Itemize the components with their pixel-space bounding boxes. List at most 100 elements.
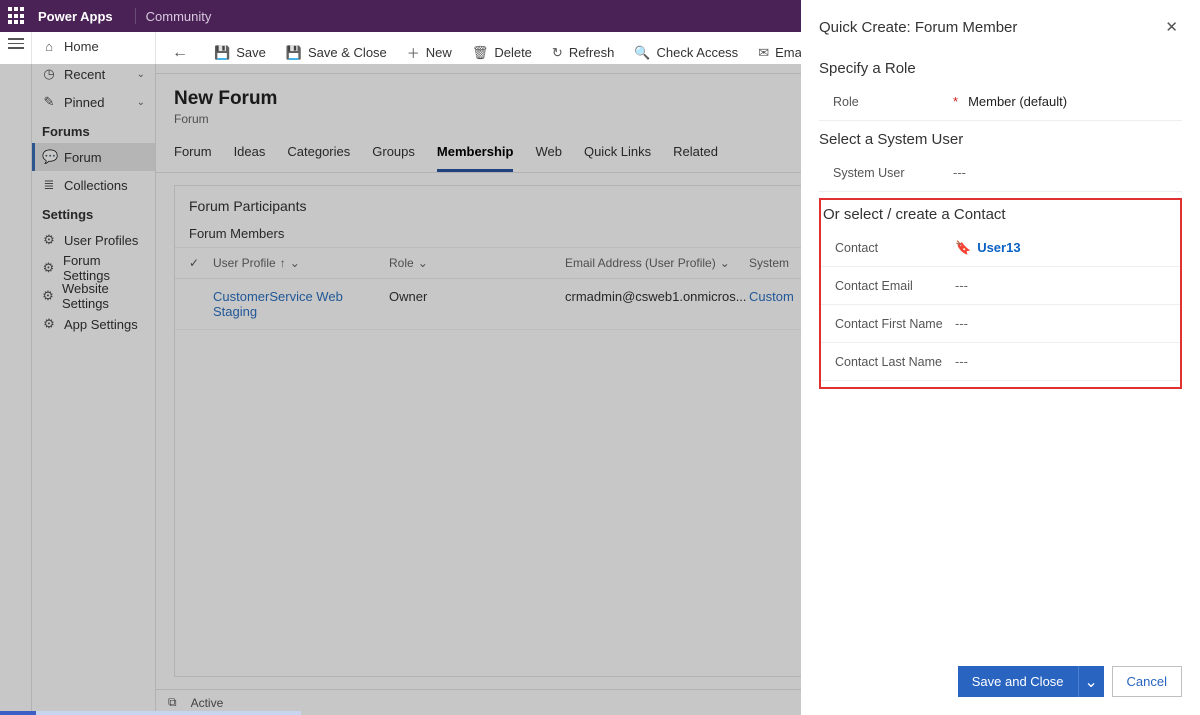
tab-membership[interactable]: Membership: [437, 140, 514, 172]
label-text: Role: [833, 95, 859, 109]
gear-icon: ⚙: [42, 288, 54, 304]
open-in-new-icon[interactable]: ⧉: [168, 695, 177, 710]
check-icon: 🔍: [634, 45, 650, 61]
lookup-text: User13: [977, 240, 1020, 255]
tab-ideas[interactable]: Ideas: [234, 140, 266, 172]
nav-forum-settings[interactable]: ⚙ Forum Settings: [32, 254, 155, 282]
section-role: Specify a Role: [819, 50, 1182, 83]
quick-create-flyout: Quick Create: Forum Member ✕ Specify a R…: [801, 0, 1200, 715]
progress-accent: [0, 711, 36, 715]
field-label: Contact: [821, 241, 955, 255]
close-button[interactable]: ✕: [1161, 14, 1182, 40]
tab-groups[interactable]: Groups: [372, 140, 415, 172]
flyout-body: Specify a Role Role * Member (default) S…: [801, 50, 1200, 654]
save-dropdown[interactable]: ⌄: [1078, 666, 1104, 697]
field-contact-first-name[interactable]: Contact First Name ---: [821, 305, 1180, 343]
nav-collections[interactable]: ≣ Collections: [32, 171, 155, 199]
nav-group-settings: Settings: [32, 199, 155, 226]
hamburger-icon[interactable]: [8, 38, 24, 49]
site-rail: [0, 32, 32, 715]
flyout-title: Quick Create: Forum Member: [819, 19, 1017, 36]
cmd-label: Refresh: [569, 45, 615, 60]
field-value[interactable]: ---: [953, 165, 1182, 180]
tab-forum[interactable]: Forum: [174, 140, 212, 172]
nav-group-forums: Forums: [32, 116, 155, 143]
cmd-label: Check Access: [657, 45, 739, 60]
gear-icon: ⚙: [42, 316, 56, 332]
field-contact-last-name[interactable]: Contact Last Name ---: [821, 343, 1180, 381]
clock-icon: ◷: [42, 66, 56, 82]
cmd-label: Save: [236, 45, 266, 60]
nav-recent[interactable]: ◷ Recent ⌄: [32, 60, 155, 88]
field-value[interactable]: ---: [955, 354, 1180, 369]
sort-asc-icon: ↑: [280, 256, 286, 270]
field-label: Contact First Name: [821, 317, 955, 331]
nav-website-settings[interactable]: ⚙ Website Settings: [32, 282, 155, 310]
nav-label: Recent: [64, 67, 105, 82]
select-all-checkbox[interactable]: ✓: [189, 256, 199, 270]
back-button[interactable]: ←: [164, 40, 196, 66]
plus-icon: ＋: [407, 43, 420, 62]
gear-icon: ⚙: [42, 260, 55, 276]
col-role[interactable]: Role⌄: [389, 256, 565, 270]
col-email[interactable]: Email Address (User Profile) ⌄: [565, 256, 749, 270]
nav-app-settings[interactable]: ⚙ App Settings: [32, 310, 155, 338]
tab-categories[interactable]: Categories: [287, 140, 350, 172]
col-label: Email Address (User Profile): [565, 256, 716, 270]
forum-icon: 💬: [42, 149, 56, 165]
home-icon: ⌂: [42, 39, 56, 54]
community-label[interactable]: Community: [146, 9, 212, 24]
status-active: Active: [191, 696, 224, 710]
gear-icon: ⚙: [42, 232, 56, 248]
nav-label: Pinned: [64, 95, 104, 110]
field-label: Role: [819, 95, 953, 109]
chevron-down-icon: ⌄: [720, 256, 730, 270]
field-value[interactable]: 🔖 User13: [955, 240, 1180, 256]
cmd-delete[interactable]: 🗑Delete: [464, 41, 540, 65]
field-contact-email[interactable]: Contact Email ---: [821, 267, 1180, 305]
nav-label: Collections: [64, 178, 128, 193]
field-system-user[interactable]: System User ---: [819, 154, 1182, 192]
field-contact[interactable]: Contact 🔖 User13: [821, 229, 1180, 267]
app-launcher-icon[interactable]: [8, 7, 26, 25]
divider: [135, 8, 136, 24]
refresh-icon: ↻: [552, 45, 563, 61]
nav-user-profiles[interactable]: ⚙ User Profiles: [32, 226, 155, 254]
nav-label: User Profiles: [64, 233, 138, 248]
cmd-new[interactable]: ＋ New: [399, 39, 460, 66]
tab-web[interactable]: Web: [535, 140, 562, 172]
cmd-save-close[interactable]: 💾 Save & Close: [278, 41, 395, 65]
nav-pinned[interactable]: ✎ Pinned ⌄: [32, 88, 155, 116]
left-nav: ⌂ Home ◷ Recent ⌄ ✎ Pinned ⌄ Forums 💬 Fo…: [32, 32, 156, 715]
field-value[interactable]: Member (default): [968, 94, 1182, 109]
cell-role: Owner: [389, 289, 565, 319]
chevron-down-icon: ⌄: [418, 256, 428, 270]
mail-icon: ✉: [758, 45, 769, 61]
cmd-check-access[interactable]: 🔍 Check Access: [626, 41, 746, 65]
save-and-close-button[interactable]: Save and Close: [958, 666, 1078, 697]
pin-icon: ✎: [42, 94, 56, 110]
field-label: System User: [819, 166, 953, 180]
progress-track: [36, 711, 301, 715]
cmd-save[interactable]: 💾 Save: [206, 41, 274, 65]
cmd-label: Save & Close: [308, 45, 387, 60]
field-role[interactable]: Role * Member (default): [819, 83, 1182, 121]
field-value[interactable]: ---: [955, 278, 1180, 293]
cmd-refresh[interactable]: ↻ Refresh: [544, 41, 622, 65]
tab-quick-links[interactable]: Quick Links: [584, 140, 651, 172]
cell-user[interactable]: CustomerService Web Staging: [213, 289, 389, 319]
cmd-label: Delete: [494, 45, 532, 60]
col-user[interactable]: User Profile↑⌄: [213, 256, 389, 270]
cancel-button[interactable]: Cancel: [1112, 666, 1182, 697]
tab-related[interactable]: Related: [673, 140, 718, 172]
nav-forum[interactable]: 💬 Forum: [32, 143, 155, 171]
col-label: User Profile: [213, 256, 276, 270]
section-sysuser: Select a System User: [819, 121, 1182, 154]
save-close-icon: 💾: [286, 45, 302, 61]
field-value[interactable]: ---: [955, 316, 1180, 331]
cmd-label: New: [426, 45, 452, 60]
nav-home[interactable]: ⌂ Home: [32, 32, 155, 60]
save-icon: 💾: [214, 45, 230, 61]
chevron-down-icon: ⌄: [137, 97, 145, 108]
chevron-down-icon: ⌄: [137, 69, 145, 80]
